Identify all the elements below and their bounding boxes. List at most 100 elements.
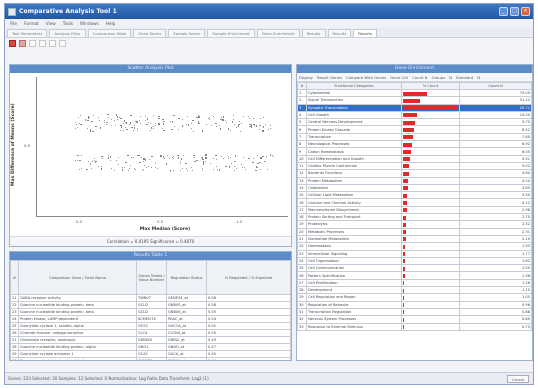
enrichment-row[interactable]: 29 Cell Regulation and Repair 1.05: [297, 293, 532, 302]
enrichment-row[interactable]: 21 Nucleotide Metabolism 2.10: [297, 234, 532, 244]
enrichment-row[interactable]: 10 Cell Differentiation and Growth 5.51: [297, 154, 532, 163]
tab-results-3[interactable]: Results: [353, 29, 377, 37]
col-header-percent[interactable]: % Regulated / % Expected: [206, 260, 291, 295]
enrichment-row[interactable]: 33 Response to External Stimulus 0.73: [297, 322, 532, 331]
enrichment-row[interactable]: 20 Metabolic Processes 2.31: [297, 227, 532, 236]
col-header-status[interactable]: Regulation Status: [166, 260, 207, 295]
cancel-button[interactable]: Cancel: [507, 375, 529, 383]
col-header-gene[interactable]: Comparison Gene / Gene Name: [18, 260, 137, 295]
table-row[interactable]: 25 Guanylate cyclase 1, soluble, alpha GCS…: [10, 322, 291, 330]
table-row[interactable]: 29 Guanylate cyclase activator 1 GCA1 GUCA_…: [10, 350, 291, 358]
enrichment-row[interactable]: 3 Synaptic Transmission 20.71: [297, 103, 532, 112]
maximize-button[interactable]: □: [510, 7, 519, 16]
enrichment-panel-title: Gene Enrichment: [297, 65, 532, 73]
table-row[interactable]: 27 Glutamate receptor, ionotropic GRIN2B GR…: [10, 336, 291, 344]
enrichment-toolbar-item[interactable]: Compare With Genes: [346, 75, 386, 80]
tab-sample-enrichment[interactable]: Sample Enrichment: [207, 29, 255, 37]
menu-windows[interactable]: Windows: [80, 21, 99, 26]
toolbar-button-6[interactable]: [59, 40, 66, 47]
category-name: Regulation of Behavior: [306, 300, 402, 309]
enrichment-row[interactable]: 4 Cell Growth 14.00: [297, 110, 532, 120]
col-header-category[interactable]: Functional Categories: [306, 82, 402, 90]
tab-tool-parameters[interactable]: Tool Parameters: [7, 29, 48, 37]
menu-file[interactable]: File: [10, 21, 17, 26]
table-cell: Guanylate cyclase 1, soluble, alpha: [18, 322, 137, 330]
col-header-index[interactable]: #: [297, 82, 307, 90]
col-header-count-bar[interactable]: % Count: [401, 82, 460, 90]
enrichment-row[interactable]: 6 Protein Kinase Cascade 8.52: [297, 125, 532, 134]
enrichment-row[interactable]: 16 Calcium and Channel Activity 3.22: [297, 198, 532, 207]
table-row[interactable]: 28 Guanine nucleotide binding protein, al…: [10, 343, 291, 351]
enrichment-row[interactable]: 9 Cation Homeostasis 6.05: [297, 147, 532, 156]
menu-tools[interactable]: Tools: [63, 21, 73, 26]
enrichment-toolbar-item[interactable]: Gene Ctrl: [390, 75, 408, 80]
enrichment-row[interactable]: 2 Signal Transduction 31.22: [297, 96, 532, 105]
table-row[interactable]: 23 Guanine nucleotide binding protein, be…: [10, 308, 291, 316]
scatter-point: [233, 123, 235, 125]
enrichment-row[interactable]: 28 Development 1.15: [297, 285, 532, 295]
toolbar-button-3[interactable]: [29, 40, 36, 47]
tab-results-2[interactable]: Results: [327, 29, 352, 37]
scatter-point: [155, 125, 157, 127]
enrichment-row[interactable]: 13 Protein Metabolism 4.20: [297, 176, 532, 185]
tab-gene-sorter[interactable]: Gene Sorter: [133, 29, 167, 37]
tab-results-1[interactable]: Results: [301, 29, 326, 37]
count-value: 1.93: [459, 242, 532, 251]
close-button[interactable]: ×: [521, 7, 530, 16]
enrichment-toolbar-item[interactable]: N: [477, 75, 480, 80]
tab-comparison-table[interactable]: Comparison Table: [87, 29, 132, 37]
enrichment-row[interactable]: 14 Catabolism 3.85: [297, 183, 532, 193]
tab-gene-enrichment[interactable]: Gene Enrichment: [256, 29, 300, 37]
enrichment-row[interactable]: 19 Proteolysis 2.52: [297, 220, 532, 229]
table-row[interactable]: 21 GABA receptor activity TWN07 GENE34_at 0.…: [10, 294, 291, 302]
table-cell: Guanine nucleotide binding protein, alph…: [18, 343, 137, 351]
enrichment-row[interactable]: 24 Cell Organization 1.62: [297, 256, 532, 266]
toolbar-button-4[interactable]: [39, 40, 46, 47]
enrichment-toolbar-item[interactable]: Standard: [456, 75, 473, 80]
enrichment-row[interactable]: 26 Pattern Specification 1.38: [297, 271, 532, 280]
enrichment-row[interactable]: 1 Cytoskeletal 75.00: [297, 88, 532, 98]
scatter-point: [98, 119, 101, 121]
enrichment-row[interactable]: 5 Central Nervous Development 9.75: [297, 118, 532, 127]
table-row[interactable]: 26 Chloride channel, voltage-sensitive CLC…: [10, 329, 291, 337]
enrichment-row[interactable]: 22 Homeostasis 1.93: [297, 242, 532, 251]
enrichment-row[interactable]: 8 Neurological Processes 6.92: [297, 140, 532, 149]
scatter-point: [110, 156, 112, 158]
enrichment-toolbar-item[interactable]: N: [449, 75, 452, 80]
enrichment-row[interactable]: 18 Protein Sorting and Transport 2.75: [297, 213, 532, 222]
menu-help[interactable]: Help: [106, 21, 116, 26]
scatter-plot-area[interactable]: [36, 77, 288, 217]
menu-format[interactable]: Format: [24, 21, 39, 26]
scatter-point: [144, 160, 147, 162]
tab-sample-sorter[interactable]: Sample Sorter: [168, 29, 206, 37]
enrichment-row[interactable]: 12 Bacterial Functions 4.60: [297, 169, 532, 178]
enrichment-toolbar-item[interactable]: Display: [299, 75, 313, 80]
tab-analysis-filter[interactable]: Analysis Filter: [49, 29, 86, 37]
enrichment-row[interactable]: 25 Cell Communication 1.50: [297, 264, 532, 273]
count-value: 7.80: [459, 132, 532, 142]
enrichment-toolbar-item[interactable]: Groups: [432, 75, 446, 80]
scatter-point: [93, 157, 96, 159]
enrichment-row[interactable]: 7 Transcription 7.80: [297, 132, 532, 142]
enrichment-row[interactable]: 27 Cell Proliferation 1.26: [297, 278, 532, 288]
table-row[interactable]: 30 Synapsin, cytoskeletal protein binding…: [10, 357, 291, 360]
col-header-index[interactable]: #: [10, 260, 19, 295]
enrichment-row[interactable]: 23 Intracellular Signaling 1.77: [297, 249, 532, 258]
toolbar-button-5[interactable]: [49, 40, 56, 47]
enrichment-row[interactable]: 17 Macromolecule Biosynthesis 2.98: [297, 205, 532, 215]
enrichment-row[interactable]: 15 Cellular Lipid Metabolism 3.50: [297, 191, 532, 200]
table-row[interactable]: 22 Guanine nucleotide binding protein, be…: [10, 301, 291, 309]
col-header-count[interactable]: Count N: [459, 82, 532, 90]
enrichment-row[interactable]: 31 Transcription Regulation 0.88: [297, 307, 532, 317]
minimize-button[interactable]: _: [499, 7, 508, 16]
stop-icon[interactable]: [19, 40, 26, 47]
enrichment-row[interactable]: 32 Nervous System Processes 0.80: [297, 315, 532, 324]
record-icon[interactable]: [9, 40, 16, 47]
enrichment-row[interactable]: 11 Cardiac Muscle Contraction 5.02: [297, 161, 532, 171]
enrichment-toolbar-item[interactable]: Count N: [412, 75, 427, 80]
col-header-value[interactable]: Genes Tested / Value Number: [136, 260, 167, 295]
enrichment-row[interactable]: 30 Regulation of Behavior 0.96: [297, 300, 532, 309]
menu-view[interactable]: View: [46, 21, 56, 26]
enrichment-toolbar-item[interactable]: Result Genes: [317, 75, 342, 80]
table-row[interactable]: 24 Protein kinase, cAMP-dependent KCMM1TX P…: [10, 315, 291, 323]
